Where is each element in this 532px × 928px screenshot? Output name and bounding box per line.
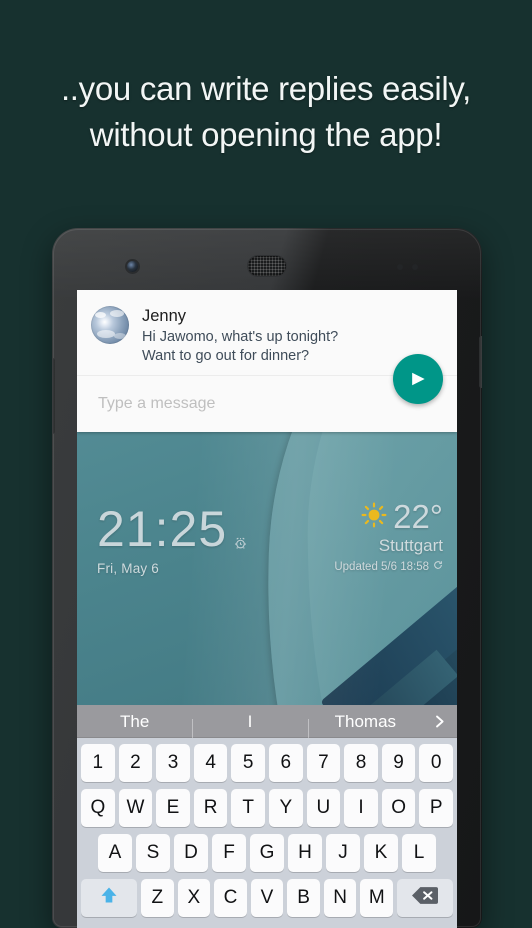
clock-time: 21:25: [97, 501, 247, 557]
key-y[interactable]: Y: [269, 789, 303, 827]
promo-headline: ..you can write replies easily, without …: [0, 66, 532, 158]
key-1[interactable]: 1: [81, 744, 115, 782]
weather-main-row: 22°: [334, 500, 443, 534]
notification-card[interactable]: Jenny Hi Jawomo, what's up tonight? Want…: [77, 290, 457, 432]
key-e[interactable]: E: [156, 789, 190, 827]
key-g[interactable]: G: [250, 834, 284, 872]
key-8[interactable]: 8: [344, 744, 378, 782]
weather-updated: Updated 5/6 18:58: [334, 560, 443, 573]
camera-icon: [127, 261, 138, 272]
weather-temperature: 22°: [393, 498, 443, 535]
key-b[interactable]: B: [287, 879, 320, 917]
key-j[interactable]: J: [326, 834, 360, 872]
key-x[interactable]: X: [177, 879, 211, 917]
key-5[interactable]: 5: [231, 744, 265, 782]
promo-headline-line-2: without opening the app!: [89, 116, 443, 153]
lockscreen-weather-widget[interactable]: 22° Stuttgart Updated 5/6 18:58: [334, 500, 443, 573]
notification-body: Jenny Hi Jawomo, what's up tonight? Want…: [142, 306, 443, 365]
key-s[interactable]: S: [136, 834, 170, 872]
clock-time-value: 21:25: [97, 501, 228, 557]
key-h[interactable]: H: [288, 834, 322, 872]
suggestion-1[interactable]: I: [192, 712, 307, 738]
refresh-icon[interactable]: [433, 560, 443, 573]
key-u[interactable]: U: [306, 789, 341, 827]
key-o[interactable]: O: [381, 789, 416, 827]
sun-icon: [361, 502, 387, 533]
shift-key[interactable]: [80, 879, 137, 917]
key-4[interactable]: 4: [193, 744, 228, 782]
key-c[interactable]: C: [214, 879, 247, 917]
keyboard-row-bottom: Z X C V B N M: [80, 879, 454, 917]
quick-reply-row[interactable]: Type a message: [77, 354, 457, 432]
key-f[interactable]: F: [212, 834, 246, 872]
avatar: [91, 306, 129, 344]
weather-city: Stuttgart: [378, 536, 443, 555]
key-k[interactable]: K: [364, 834, 398, 872]
key-l[interactable]: L: [402, 834, 436, 872]
keyboard-row-numbers: 1 2 3 4 5 6 7 8 9 0: [81, 744, 453, 782]
power-button[interactable]: [479, 336, 482, 388]
suggestion-2[interactable]: Thomas: [307, 712, 423, 738]
key-6[interactable]: 6: [269, 744, 303, 782]
key-3[interactable]: 3: [156, 744, 190, 782]
backspace-key[interactable]: [397, 879, 454, 917]
key-n[interactable]: N: [323, 879, 357, 917]
clock-date: Fri, May 6: [97, 561, 160, 576]
shift-arrow-icon: [99, 884, 119, 912]
chevron-right-icon[interactable]: [423, 714, 457, 729]
key-9[interactable]: 9: [381, 744, 416, 782]
send-icon: [408, 369, 428, 389]
key-v[interactable]: V: [250, 879, 284, 917]
weather-updated-text: Updated 5/6 18:58: [334, 560, 429, 573]
reply-input[interactable]: Type a message: [98, 395, 215, 413]
send-button[interactable]: [393, 354, 443, 404]
promo-headline-line-1: ..you can write replies easily,: [60, 70, 472, 107]
lockscreen-clock-widget: 21:25 Fri, May 6: [97, 501, 247, 576]
phone-device: 21:25 Fri, May 6 22° Stuttgart Updated 5…: [52, 228, 482, 928]
key-2[interactable]: 2: [118, 744, 153, 782]
volume-rocker-button[interactable]: [52, 358, 55, 434]
key-z[interactable]: Z: [140, 879, 174, 917]
key-d[interactable]: D: [174, 834, 208, 872]
light-sensor-icon: [412, 264, 418, 270]
key-i[interactable]: I: [344, 789, 378, 827]
key-m[interactable]: M: [360, 879, 394, 917]
notification-sender: Jenny: [142, 307, 187, 325]
key-w[interactable]: W: [118, 789, 153, 827]
backspace-icon: [412, 886, 439, 911]
phone-screen: 21:25 Fri, May 6 22° Stuttgart Updated 5…: [77, 290, 457, 928]
suggestion-bar[interactable]: The I Thomas: [77, 705, 457, 738]
keyboard-row-qwerty: Q W E R T Y U I O P: [81, 789, 453, 827]
key-a[interactable]: A: [98, 834, 132, 872]
proximity-sensor-icon: [397, 264, 403, 270]
key-p[interactable]: P: [419, 789, 453, 827]
suggestion-0[interactable]: The: [77, 712, 192, 732]
key-7[interactable]: 7: [306, 744, 341, 782]
on-screen-keyboard[interactable]: The I Thomas 1 2 3 4 5 6 7 8 9 0 Q W E R…: [77, 705, 457, 928]
speaker-grille-icon: [248, 256, 286, 276]
alarm-clock-icon: [234, 508, 247, 558]
key-r[interactable]: R: [193, 789, 228, 827]
key-0[interactable]: 0: [419, 744, 453, 782]
key-q[interactable]: Q: [81, 789, 115, 827]
keyboard-row-home: A S D F G H J K L: [81, 834, 453, 872]
key-t[interactable]: T: [231, 789, 265, 827]
notification-message-line-1: Hi Jawomo, what's up tonight?: [142, 329, 339, 345]
